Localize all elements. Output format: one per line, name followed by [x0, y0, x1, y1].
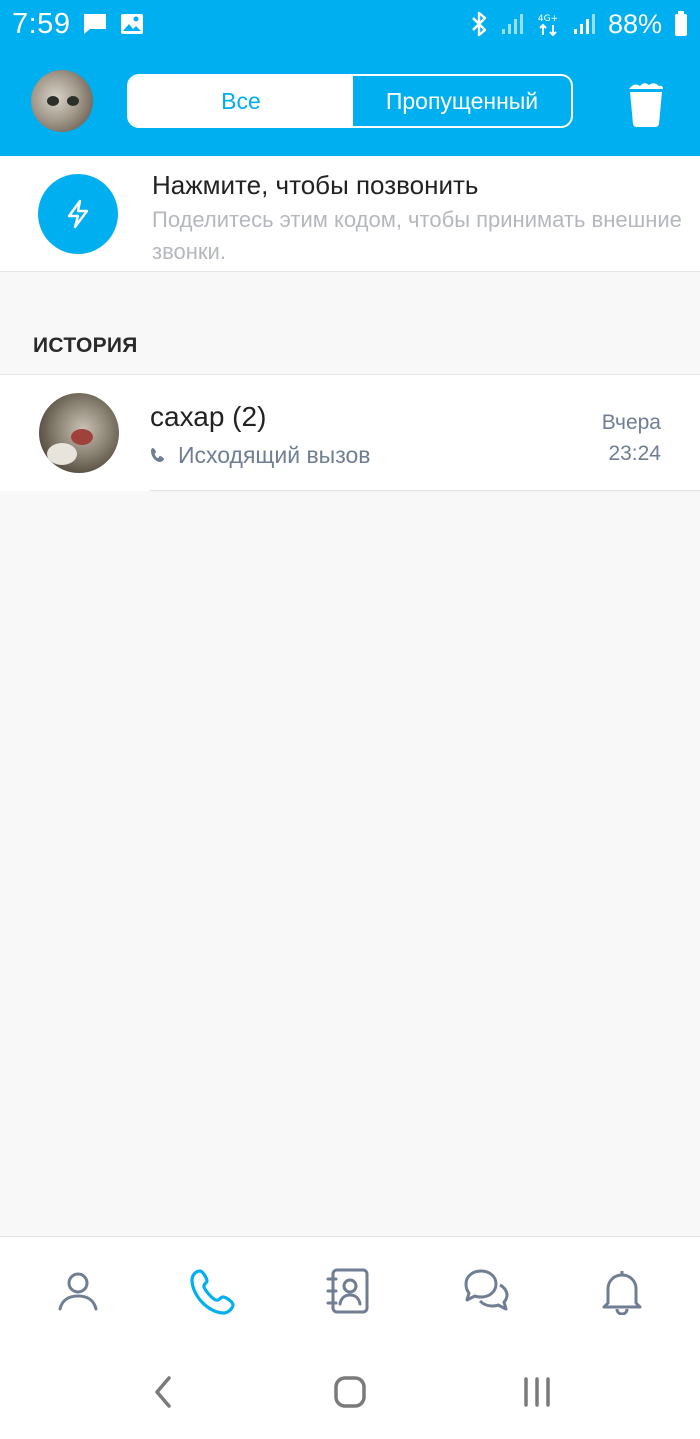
contact-name: сахар (2): [150, 401, 267, 432]
contact-avatar: [39, 393, 119, 473]
status-left: 7:59: [12, 8, 144, 41]
message-icon: [82, 12, 108, 36]
app-screen: 7:59 4G+ 88% Все Пропущенный Нажмите, чт…: [0, 0, 700, 1439]
back-icon[interactable]: [128, 1357, 198, 1427]
avatar-detail: [47, 443, 77, 465]
battery-percent: 88%: [607, 8, 662, 39]
network-label: 4G+: [538, 14, 558, 24]
call-filter-tabs: Все Пропущенный: [127, 74, 573, 128]
quick-call-subtitle: Поделитесь этим кодом, чтобы принимать в…: [152, 207, 682, 264]
call-time: 23:24: [608, 442, 661, 465]
image-icon: [120, 13, 144, 35]
signal-icon: [500, 12, 524, 36]
recents-icon[interactable]: [502, 1357, 572, 1427]
phone-icon: [150, 442, 166, 469]
chats-icon[interactable]: [446, 1251, 526, 1331]
bluetooth-icon: [470, 11, 488, 37]
contacts-icon[interactable]: [310, 1251, 390, 1331]
history-item[interactable]: сахар (2) Исходящий вызов Вчера 23:24: [0, 375, 700, 491]
notifications-icon[interactable]: [582, 1251, 662, 1331]
trash-icon[interactable]: [622, 78, 670, 130]
home-icon[interactable]: [315, 1357, 385, 1427]
call-type-label: Исходящий вызов: [178, 442, 371, 468]
app-header: Все Пропущенный: [0, 48, 700, 156]
status-time: 7:59: [12, 7, 71, 40]
call-type: Исходящий вызов: [150, 442, 371, 469]
signal-icon: [572, 12, 596, 36]
status-right: 4G+ 88%: [470, 9, 688, 40]
avatar-detail: [71, 429, 93, 445]
avatar-eye: [47, 96, 59, 106]
status-bar: 7:59 4G+ 88%: [0, 0, 700, 48]
history-section-label: ИСТОРИЯ: [33, 334, 138, 357]
system-nav: [0, 1344, 700, 1439]
row-divider: [150, 490, 700, 491]
call-timestamp: Вчера 23:24: [602, 407, 661, 469]
calls-icon[interactable]: [174, 1251, 254, 1331]
tab-all[interactable]: Все: [129, 76, 353, 126]
battery-icon: [674, 11, 688, 37]
bottom-nav: [0, 1236, 700, 1344]
lightning-icon: [38, 174, 118, 254]
history-list: сахар (2) Исходящий вызов Вчера 23:24: [0, 374, 700, 491]
quick-call-title: Нажмите, чтобы позвонить: [152, 170, 479, 200]
avatar[interactable]: [31, 70, 93, 132]
data-icon: 4G+: [536, 11, 560, 37]
avatar-eye: [67, 96, 79, 106]
quick-call-card[interactable]: Нажмите, чтобы позвонить Поделитесь этим…: [0, 156, 700, 272]
profile-icon[interactable]: [38, 1251, 118, 1331]
tab-missed[interactable]: Пропущенный: [353, 76, 571, 126]
call-day: Вчера: [601, 411, 661, 434]
